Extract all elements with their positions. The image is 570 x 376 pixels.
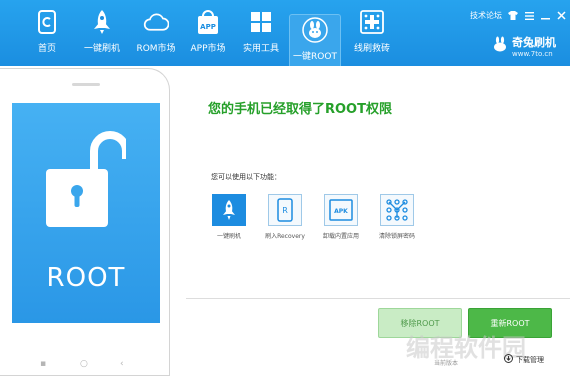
phone-speaker <box>72 83 100 86</box>
version-text: 当前版本 <box>434 360 459 367</box>
brand-logo: 奇兔刷机 www.7to.cn <box>492 34 556 58</box>
nav-item-home[interactable]: 首页 <box>33 9 61 65</box>
root-tool-window: 首页 一键刷机 ROM市场 APP APP市场 实用工具 一键ROOT 线刷救砖… <box>0 0 570 376</box>
cloud-icon <box>143 9 169 35</box>
minimize-icon[interactable] <box>540 11 550 21</box>
nav-label: 一键刷机 <box>83 44 120 54</box>
rabbit-icon <box>302 17 328 43</box>
nav-item-one-click-root[interactable]: 一键ROOT <box>289 14 341 66</box>
rocket-icon <box>89 9 115 35</box>
nav-item-one-click-flash[interactable]: 一键刷机 <box>79 9 125 65</box>
feature-flash-recovery[interactable]: R 刷入Recovery <box>259 194 311 240</box>
app-bag-icon: APP <box>195 9 221 35</box>
windows-grid-icon <box>248 9 274 35</box>
close-icon[interactable] <box>556 11 566 21</box>
nav-item-rom-market[interactable]: ROM市场 <box>132 9 180 65</box>
rabbit-logo-icon <box>492 36 508 56</box>
back-key-icon: ‹ <box>120 359 124 369</box>
download-manager-label: 下载管理 <box>516 355 544 364</box>
rocket-icon <box>212 194 246 226</box>
feature-label: 刷入Recovery <box>265 233 305 240</box>
root-status-panel: 您的手机已经取得了ROOT权限 您可以使用以下功能： 一键刷机 R 刷入Reco… <box>186 66 570 376</box>
nav-label: 线刷救砖 <box>353 44 390 54</box>
home-icon <box>34 9 60 35</box>
rescue-grid-icon <box>359 9 385 35</box>
divider <box>186 298 570 299</box>
skin-shirt-icon[interactable] <box>508 11 518 21</box>
brand-url: www.7to.cn <box>512 50 553 58</box>
svg-text:APK: APK <box>334 208 348 215</box>
pattern-lock-icon <box>380 194 414 226</box>
phone-recovery-icon: R <box>268 194 302 226</box>
phone-illustration: ROOT ▪ ○ ‹ <box>0 68 170 376</box>
feature-label: 清除锁屏密码 <box>378 233 415 240</box>
feature-uninstall-builtin[interactable]: APK 卸载内置应用 <box>315 194 367 240</box>
nav-item-tools[interactable]: 实用工具 <box>239 9 283 65</box>
download-manager-link[interactable]: 下载管理 <box>504 354 544 365</box>
menu-key-icon: ▪ <box>40 359 47 369</box>
top-navigation-bar: 首页 一键刷机 ROM市场 APP APP市场 实用工具 一键ROOT 线刷救砖… <box>0 0 570 66</box>
nav-label: APP市场 <box>190 44 226 54</box>
tech-forum-link[interactable]: 技术论坛 <box>470 10 502 21</box>
feature-label: 卸载内置应用 <box>322 233 359 240</box>
nav-label: 一键ROOT <box>293 52 337 62</box>
svg-text:R: R <box>282 206 288 215</box>
brand-name: 奇兔刷机 <box>512 36 556 49</box>
nav-label: 实用工具 <box>242 44 279 54</box>
menu-icon[interactable] <box>524 11 534 21</box>
root-label: ROOT <box>46 263 126 293</box>
home-key-icon: ○ <box>80 359 88 369</box>
nav-label: 首页 <box>37 44 56 54</box>
feature-intro-text: 您可以使用以下功能： <box>211 173 281 181</box>
window-controls: 技术论坛 <box>470 10 566 21</box>
feature-label: 一键刷机 <box>216 233 241 240</box>
download-icon <box>504 354 513 365</box>
apk-icon: APK <box>324 194 358 226</box>
svg-text:APP: APP <box>200 23 216 31</box>
page-title: 您的手机已经取得了ROOT权限 <box>208 102 392 117</box>
feature-one-click-flash[interactable]: 一键刷机 <box>203 194 255 240</box>
nav-label: ROM市场 <box>136 44 176 54</box>
feature-clear-lock-password[interactable]: 清除锁屏密码 <box>371 194 423 240</box>
phone-screen: ROOT <box>12 103 160 323</box>
unlocked-padlock-icon <box>46 125 130 249</box>
nav-item-line-flash-rescue[interactable]: 线刷救砖 <box>351 9 393 65</box>
nav-item-app-market[interactable]: APP APP市场 <box>186 9 230 65</box>
